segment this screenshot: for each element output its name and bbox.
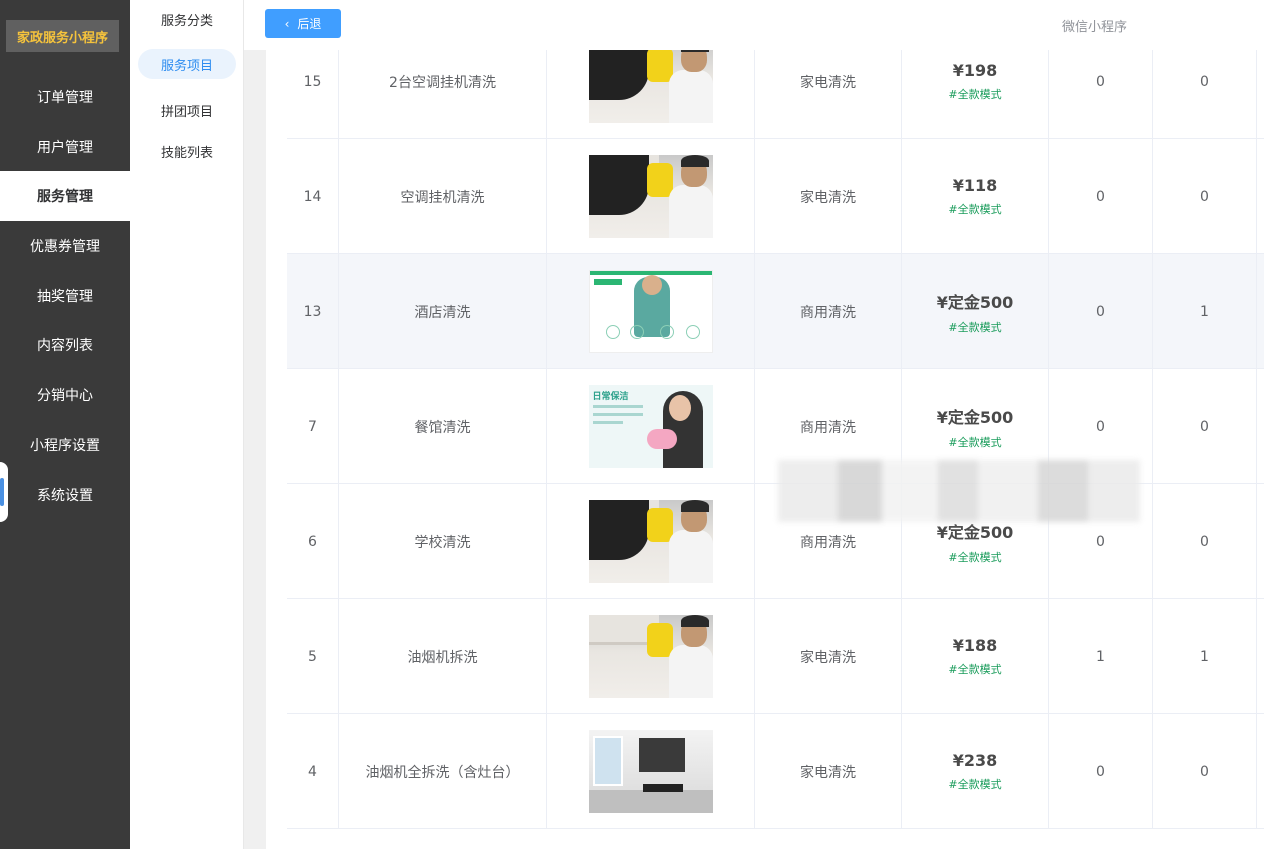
count-a: 0 bbox=[1049, 714, 1153, 829]
service-image-cell bbox=[547, 254, 755, 369]
row-overflow-cell bbox=[1257, 369, 1264, 484]
sidebar-item-orders[interactable]: 订单管理 bbox=[0, 72, 130, 122]
row-overflow-cell bbox=[1257, 484, 1264, 599]
service-image bbox=[588, 730, 713, 813]
service-image-cell bbox=[547, 484, 755, 599]
payment-mode: #全款模式 bbox=[948, 663, 1002, 676]
count-b: 0 bbox=[1153, 139, 1257, 254]
service-image-cell bbox=[547, 139, 755, 254]
table-row[interactable]: 14 空调挂机清洗 家电清洗 ¥118 #全款模式 0 0 bbox=[287, 139, 1264, 254]
service-price-cell: ¥118 #全款模式 bbox=[902, 139, 1049, 254]
count-b: 1 bbox=[1153, 599, 1257, 714]
back-button-label: 后退 bbox=[297, 17, 322, 31]
service-image bbox=[588, 155, 713, 238]
count-a: 0 bbox=[1049, 254, 1153, 369]
sidebar-item-distribution[interactable]: 分销中心 bbox=[0, 370, 130, 420]
content-gutter bbox=[244, 40, 266, 849]
service-image-cell bbox=[547, 599, 755, 714]
thumb-caption: 日常保洁 bbox=[592, 392, 629, 402]
sidebar-item-services[interactable]: 服务管理 bbox=[0, 171, 130, 221]
row-overflow-cell bbox=[1257, 599, 1264, 714]
top-bar: ‹ 后退 微信小程序 bbox=[244, 0, 1264, 50]
service-id: 6 bbox=[287, 484, 339, 599]
blurred-overlay bbox=[778, 460, 1140, 522]
service-id: 7 bbox=[287, 369, 339, 484]
service-id: 4 bbox=[287, 714, 339, 829]
payment-mode: #全款模式 bbox=[948, 435, 1002, 449]
service-price: ¥定金500 bbox=[936, 292, 1014, 312]
handle-grip-icon bbox=[0, 478, 4, 506]
service-price: ¥定金500 bbox=[936, 522, 1014, 542]
row-overflow-cell bbox=[1257, 139, 1264, 254]
service-id: 14 bbox=[287, 139, 339, 254]
service-price: ¥定金500 bbox=[936, 407, 1014, 427]
service-price-cell: ¥238 #全款模式 bbox=[902, 714, 1049, 829]
service-name: 油烟机拆洗 bbox=[339, 599, 547, 714]
payment-mode: #全款模式 bbox=[948, 203, 1002, 216]
sidebar-item-lottery[interactable]: 抽奖管理 bbox=[0, 271, 130, 321]
row-overflow-cell bbox=[1257, 254, 1264, 369]
submenu-item-categories[interactable]: 服务分类 bbox=[138, 4, 236, 34]
service-name: 空调挂机清洗 bbox=[339, 139, 547, 254]
service-image bbox=[588, 615, 713, 698]
service-image bbox=[588, 500, 713, 583]
platform-label: 微信小程序 bbox=[1062, 20, 1128, 35]
row-overflow-cell bbox=[1257, 714, 1264, 829]
service-price: ¥188 bbox=[952, 636, 998, 655]
service-image-cell: 日常保洁 bbox=[547, 369, 755, 484]
payment-mode: #全款模式 bbox=[948, 320, 1002, 334]
service-name: 酒店清洗 bbox=[339, 254, 547, 369]
service-price-cell: ¥188 #全款模式 bbox=[902, 599, 1049, 714]
table-row[interactable]: 4 油烟机全拆洗（含灶台） 家电清洗 ¥238 #全款模式 0 0 bbox=[287, 714, 1264, 829]
service-image bbox=[588, 40, 713, 123]
service-price: ¥238 bbox=[952, 751, 998, 770]
service-image bbox=[588, 270, 713, 353]
sidebar-item-system-settings[interactable]: 系统设置 bbox=[0, 470, 130, 520]
service-name: 餐馆清洗 bbox=[339, 369, 547, 484]
service-id: 5 bbox=[287, 599, 339, 714]
submenu-item-service-items[interactable]: 服务项目 bbox=[138, 49, 236, 79]
service-category: 商用清洗 bbox=[755, 254, 902, 369]
sidebar-item-users[interactable]: 用户管理 bbox=[0, 122, 130, 172]
service-image: 日常保洁 bbox=[588, 385, 713, 468]
count-b: 0 bbox=[1153, 484, 1257, 599]
table-row[interactable]: 13 酒店清洗 商用清洗 ¥定金500 #全款模式 0 1 bbox=[287, 254, 1264, 369]
payment-mode: #全款模式 bbox=[948, 88, 1002, 101]
count-b: 0 bbox=[1153, 369, 1257, 484]
sidebar-item-miniapp-settings[interactable]: 小程序设置 bbox=[0, 420, 130, 470]
service-id: 13 bbox=[287, 254, 339, 369]
service-submenu: 服务分类 服务项目 拼团项目 技能列表 bbox=[130, 0, 244, 849]
service-category: 家电清洗 bbox=[755, 714, 902, 829]
submenu-item-skills[interactable]: 技能列表 bbox=[138, 136, 236, 166]
service-name: 学校清洗 bbox=[339, 484, 547, 599]
service-price: ¥198 bbox=[952, 61, 998, 80]
count-a: 1 bbox=[1049, 599, 1153, 714]
sidebar-item-coupons[interactable]: 优惠券管理 bbox=[0, 221, 130, 271]
table-row[interactable]: 5 油烟机拆洗 家电清洗 ¥188 #全款模式 1 1 bbox=[287, 599, 1264, 714]
back-button[interactable]: ‹ 后退 bbox=[265, 9, 341, 38]
chevron-left-icon: ‹ bbox=[284, 16, 290, 31]
service-category: 家电清洗 bbox=[755, 599, 902, 714]
count-b: 1 bbox=[1153, 254, 1257, 369]
sidebar-item-content[interactable]: 内容列表 bbox=[0, 320, 130, 370]
count-b: 0 bbox=[1153, 714, 1257, 829]
count-a: 0 bbox=[1049, 139, 1153, 254]
payment-mode: #全款模式 bbox=[948, 550, 1002, 564]
sidebar-collapse-handle[interactable] bbox=[0, 462, 8, 522]
service-image-cell bbox=[547, 714, 755, 829]
main-sidebar: 家政服务小程序 订单管理 用户管理 服务管理 优惠券管理 抽奖管理 内容列表 分… bbox=[0, 0, 130, 849]
brand-title: 家政服务小程序 bbox=[6, 20, 119, 52]
service-category: 家电清洗 bbox=[755, 139, 902, 254]
service-name: 油烟机全拆洗（含灶台） bbox=[339, 714, 547, 829]
payment-mode: #全款模式 bbox=[948, 778, 1002, 791]
submenu-item-group-items[interactable]: 拼团项目 bbox=[138, 95, 236, 125]
service-price: ¥118 bbox=[952, 176, 998, 195]
service-price-cell: ¥定金500 #全款模式 bbox=[902, 254, 1049, 369]
